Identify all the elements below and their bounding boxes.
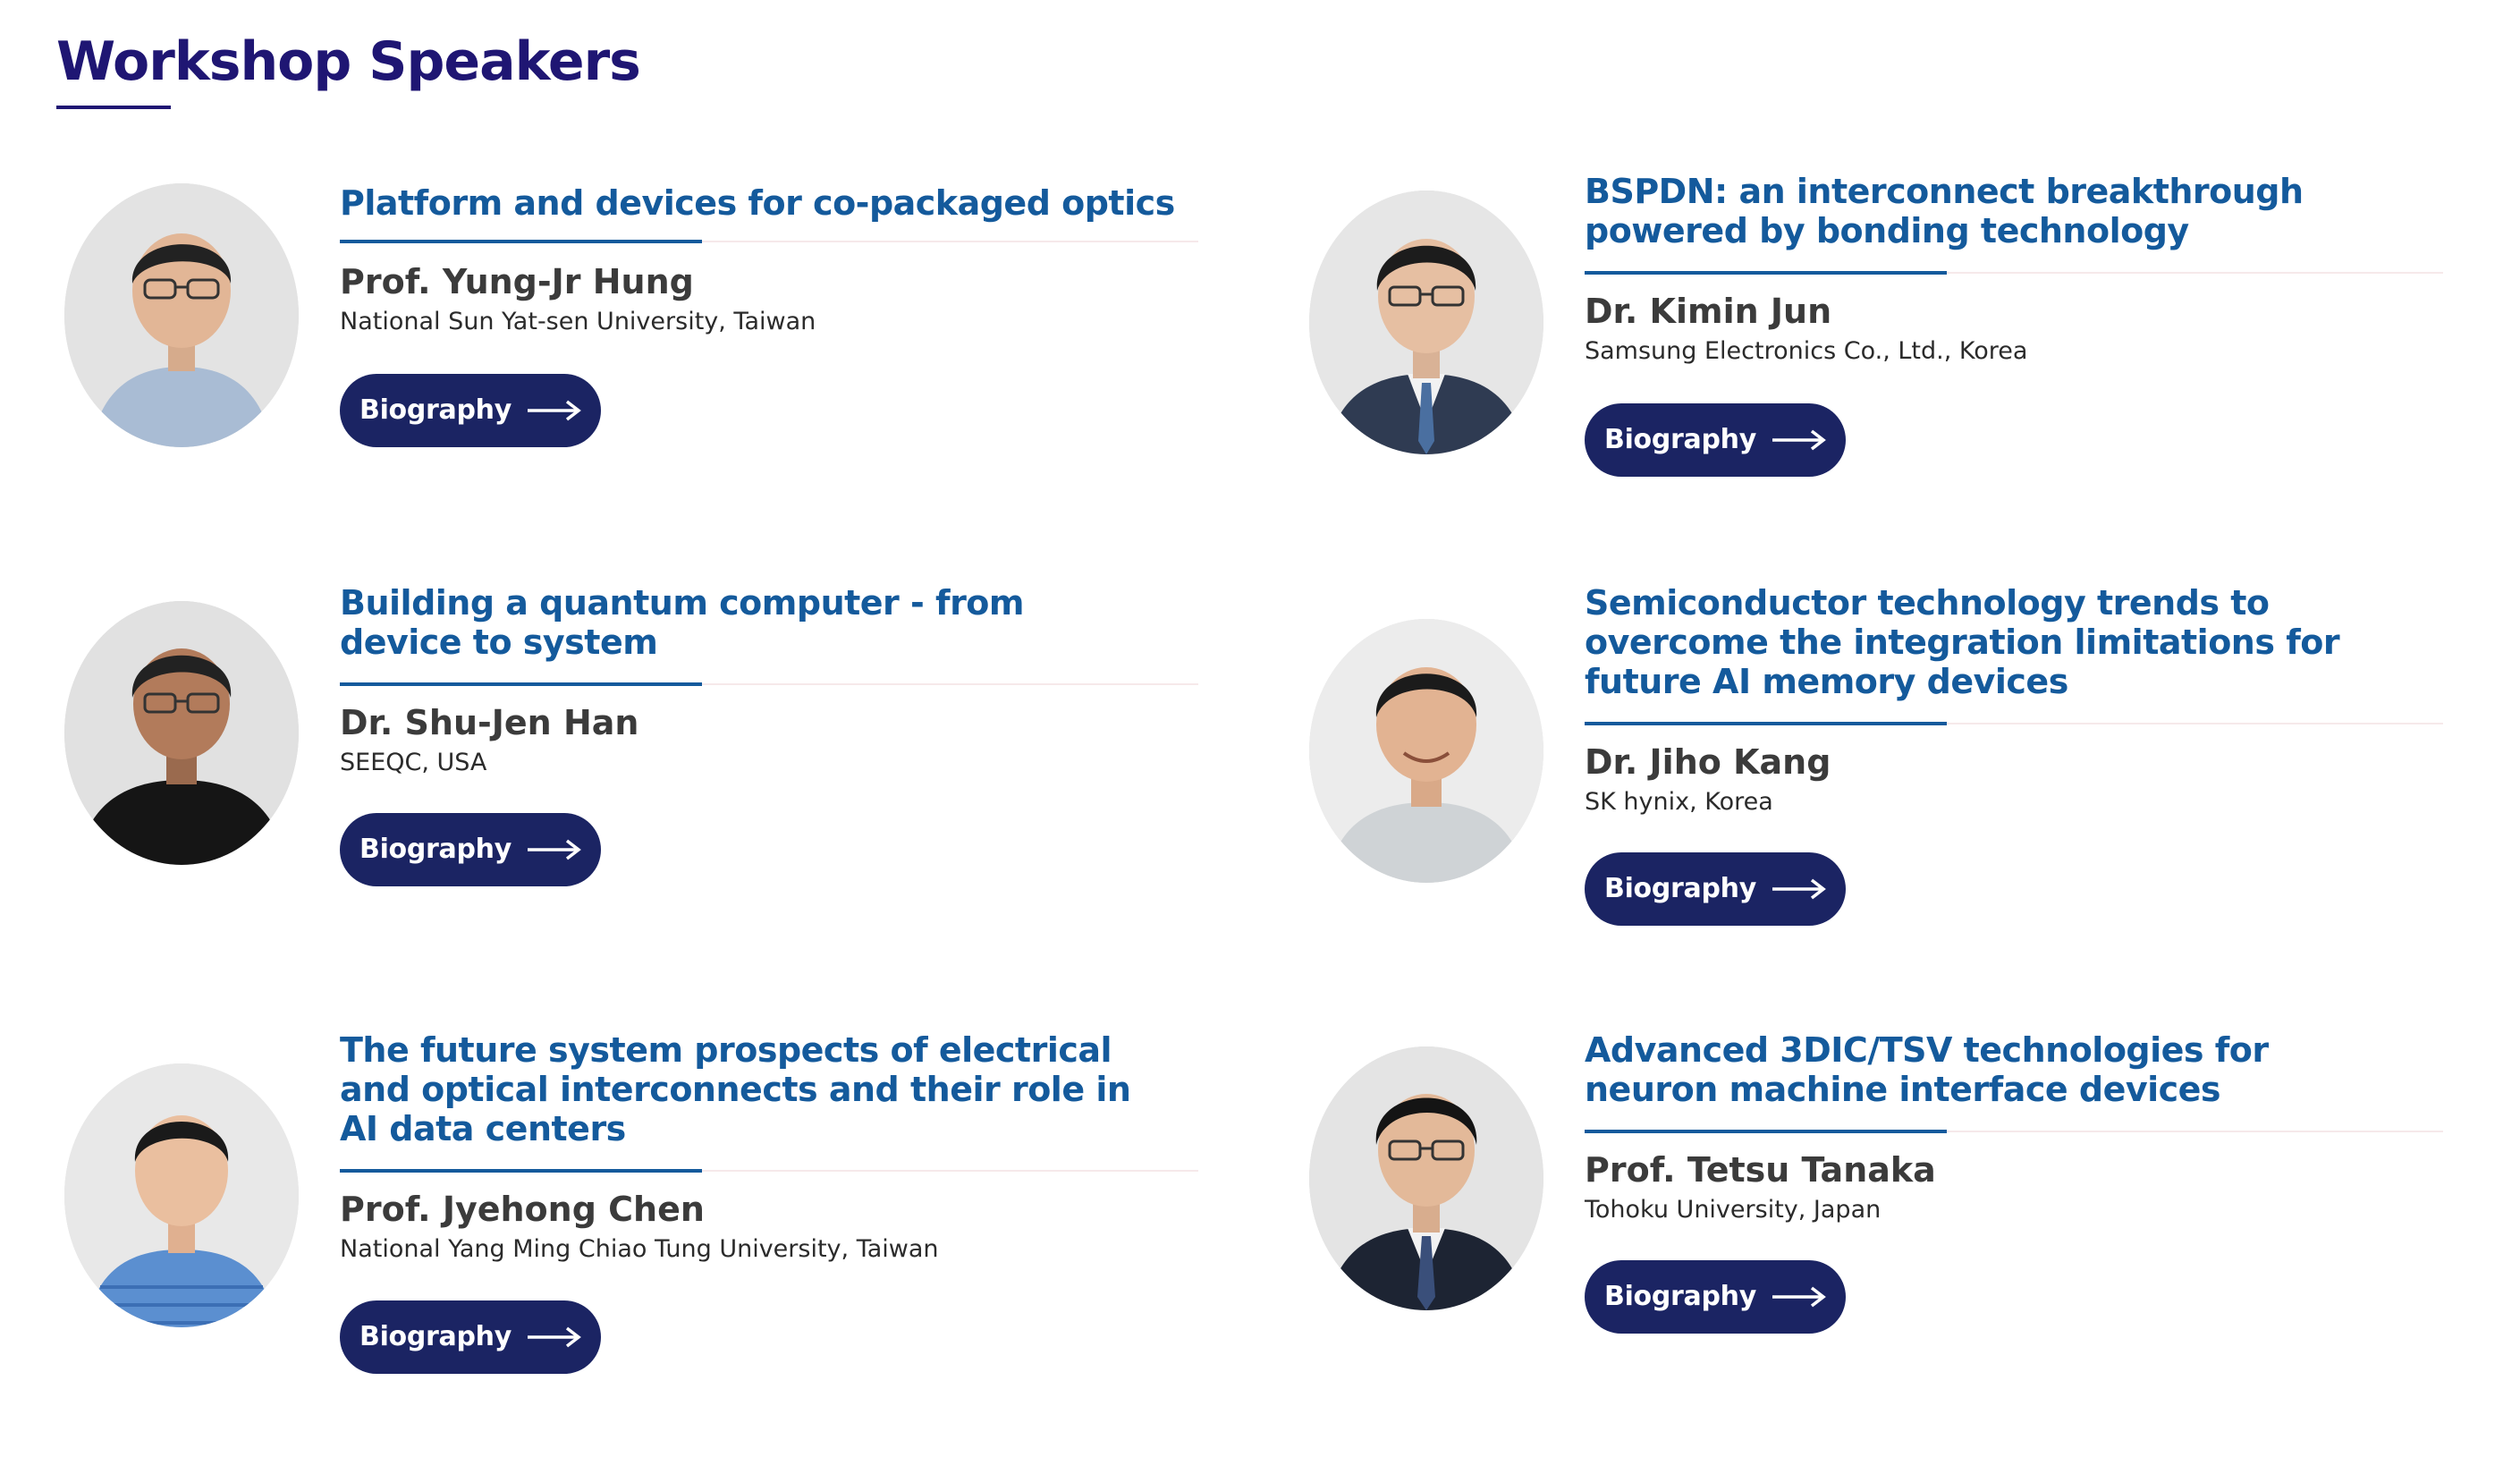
speaker-photo-hung bbox=[64, 183, 299, 447]
biography-button-label: Biography bbox=[359, 834, 512, 865]
person-silhouette-icon bbox=[1309, 191, 1543, 454]
arrow-right-icon bbox=[1772, 1286, 1826, 1308]
talk-title-chen: The future system prospects of electrica… bbox=[340, 1030, 1131, 1148]
biography-button-label: Biography bbox=[359, 1321, 512, 1352]
speaker-card-tanaka: Advanced 3DIC/TSV technologies for neuro… bbox=[1301, 1030, 2464, 1406]
speaker-affiliation-han: SEEQC, USA bbox=[340, 749, 487, 776]
talk-title-tanaka: Advanced 3DIC/TSV technologies for neuro… bbox=[1585, 1030, 2269, 1109]
divider-accent bbox=[340, 240, 702, 243]
biography-button-label: Biography bbox=[359, 394, 512, 426]
speaker-affiliation-hung: National Sun Yat-sen University, Taiwan bbox=[340, 308, 816, 335]
biography-button-chen[interactable]: Biography bbox=[340, 1300, 601, 1374]
speaker-name-han: Dr. Shu-Jen Han bbox=[340, 703, 639, 742]
arrow-right-icon bbox=[527, 839, 581, 860]
person-silhouette-icon bbox=[1309, 1046, 1543, 1310]
speaker-photo-han bbox=[64, 601, 299, 865]
speaker-card-jun: BSPDN: an interconnect breakthrough powe… bbox=[1301, 172, 2464, 547]
page-title: Workshop Speakers bbox=[56, 30, 641, 93]
speaker-card-hung: Platform and devices for co-packaged opt… bbox=[56, 183, 1219, 559]
speaker-affiliation-jun: Samsung Electronics Co., Ltd., Korea bbox=[1585, 337, 2028, 365]
talk-title-kang: Semiconductor technology trends to overc… bbox=[1585, 583, 2340, 701]
speaker-photo-jun bbox=[1309, 191, 1543, 454]
biography-button-jun[interactable]: Biography bbox=[1585, 403, 1846, 477]
title-underline bbox=[56, 106, 171, 109]
arrow-right-icon bbox=[1772, 878, 1826, 900]
speaker-name-chen: Prof. Jyehong Chen bbox=[340, 1190, 705, 1229]
biography-button-han[interactable]: Biography bbox=[340, 813, 601, 886]
speaker-affiliation-chen: National Yang Ming Chiao Tung University… bbox=[340, 1235, 939, 1263]
person-silhouette-icon bbox=[64, 601, 299, 865]
divider-accent bbox=[1585, 722, 1947, 725]
speaker-photo-chen bbox=[64, 1063, 299, 1327]
biography-button-label: Biography bbox=[1604, 424, 1756, 455]
divider-accent bbox=[1585, 271, 1947, 275]
speaker-name-tanaka: Prof. Tetsu Tanaka bbox=[1585, 1150, 1936, 1190]
person-silhouette-icon bbox=[64, 1063, 299, 1327]
arrow-right-icon bbox=[1772, 429, 1826, 451]
person-silhouette-icon bbox=[64, 183, 299, 447]
speaker-affiliation-tanaka: Tohoku University, Japan bbox=[1585, 1196, 1882, 1224]
speaker-card-kang: Semiconductor technology trends to overc… bbox=[1301, 583, 2464, 959]
speaker-name-kang: Dr. Jiho Kang bbox=[1585, 742, 1831, 782]
biography-button-label: Biography bbox=[1604, 1281, 1756, 1312]
divider-accent bbox=[1585, 1130, 1947, 1133]
talk-title-hung: Platform and devices for co-packaged opt… bbox=[340, 183, 1175, 223]
divider-accent bbox=[340, 682, 702, 686]
speaker-affiliation-kang: SK hynix, Korea bbox=[1585, 788, 1773, 816]
talk-title-jun: BSPDN: an interconnect breakthrough powe… bbox=[1585, 172, 2304, 250]
person-silhouette-icon bbox=[1309, 619, 1543, 883]
speaker-card-chen: The future system prospects of electrica… bbox=[56, 1030, 1219, 1406]
speaker-photo-kang bbox=[1309, 619, 1543, 883]
talk-title-han: Building a quantum computer - from devic… bbox=[340, 583, 1025, 662]
speaker-card-han: Building a quantum computer - from devic… bbox=[56, 583, 1219, 959]
arrow-right-icon bbox=[527, 400, 581, 421]
speaker-photo-tanaka bbox=[1309, 1046, 1543, 1310]
arrow-right-icon bbox=[527, 1326, 581, 1348]
divider-accent bbox=[340, 1169, 702, 1173]
biography-button-label: Biography bbox=[1604, 873, 1756, 904]
speaker-name-hung: Prof. Yung-Jr Hung bbox=[340, 262, 694, 301]
biography-button-tanaka[interactable]: Biography bbox=[1585, 1260, 1846, 1334]
speaker-name-jun: Dr. Kimin Jun bbox=[1585, 292, 1832, 331]
biography-button-hung[interactable]: Biography bbox=[340, 374, 601, 447]
biography-button-kang[interactable]: Biography bbox=[1585, 852, 1846, 926]
